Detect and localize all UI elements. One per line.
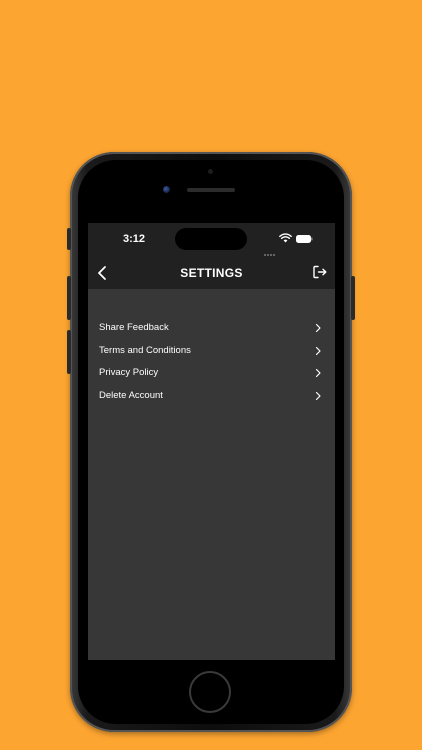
settings-menu: Share Feedback Terms and Conditions Priv… bbox=[88, 317, 335, 407]
menu-item-share-feedback[interactable]: Share Feedback bbox=[88, 317, 335, 340]
menu-item-label: Share Feedback bbox=[99, 322, 169, 333]
chevron-right-icon bbox=[315, 391, 321, 400]
cellular-signal-icon bbox=[264, 238, 278, 256]
menu-item-privacy-policy[interactable]: Privacy Policy bbox=[88, 362, 335, 385]
front-camera-icon bbox=[163, 186, 170, 193]
menu-item-label: Privacy Policy bbox=[99, 367, 159, 378]
status-bar: 3:12 bbox=[88, 223, 335, 257]
menu-item-label: Terms and Conditions bbox=[99, 344, 191, 356]
status-time: 3:12 bbox=[123, 233, 146, 245]
volume-down-button bbox=[67, 330, 71, 374]
menu-item-label: Delete Account bbox=[99, 389, 163, 401]
navigation-bar: SETTINGS bbox=[88, 257, 335, 289]
home-button[interactable] bbox=[189, 671, 231, 713]
menu-item-delete-account[interactable]: Delete Account bbox=[88, 385, 335, 408]
proximity-sensor bbox=[208, 169, 213, 174]
logout-button[interactable] bbox=[312, 264, 328, 280]
chevron-right-icon bbox=[315, 323, 321, 333]
power-button bbox=[351, 276, 355, 320]
app-screen: 3:12 SETTINGS Share Feedback Terms and C… bbox=[88, 223, 335, 660]
menu-item-terms-and-conditions[interactable]: Terms and Conditions bbox=[88, 340, 335, 363]
mute-switch bbox=[67, 228, 71, 250]
earpiece-speaker bbox=[187, 188, 235, 192]
dynamic-island bbox=[175, 228, 247, 250]
volume-up-button bbox=[67, 276, 71, 320]
chevron-right-icon bbox=[315, 346, 321, 355]
page-title: SETTINGS bbox=[180, 266, 243, 280]
wifi-icon bbox=[279, 233, 292, 243]
chevron-right-icon bbox=[315, 368, 321, 378]
battery-icon bbox=[296, 235, 313, 243]
